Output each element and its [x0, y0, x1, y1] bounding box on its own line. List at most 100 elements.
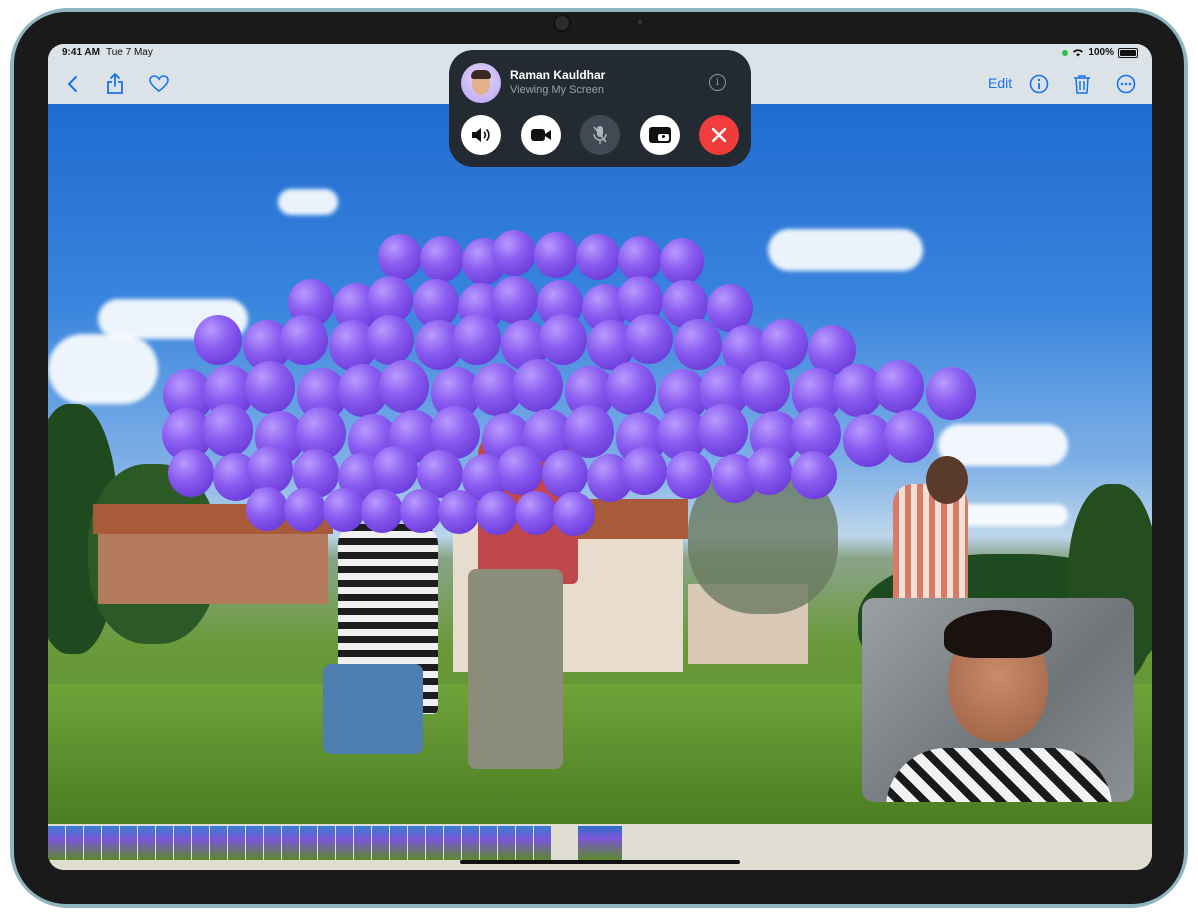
balloon — [419, 236, 464, 283]
thumbnail[interactable] — [498, 826, 515, 860]
facetime-self-view[interactable] — [862, 598, 1134, 802]
balloon — [194, 315, 242, 366]
balloon — [659, 238, 704, 285]
cloud — [48, 334, 158, 404]
balloon — [534, 231, 579, 278]
balloon — [576, 234, 620, 281]
favorite-button[interactable] — [147, 72, 171, 96]
trash-icon — [1074, 75, 1090, 94]
info-button[interactable] — [1027, 72, 1051, 96]
thumbnail[interactable] — [84, 826, 101, 860]
current-thumbnail[interactable] — [578, 826, 622, 860]
thumbnail[interactable] — [426, 826, 443, 860]
thumbnail[interactable] — [66, 826, 83, 860]
caller-name: Raman Kauldhar — [510, 68, 606, 82]
screen-share-icon — [649, 127, 671, 143]
balloon — [538, 314, 587, 365]
thumbnail[interactable] — [102, 826, 119, 860]
thumbnail[interactable] — [444, 826, 461, 860]
balloon — [492, 276, 538, 325]
thumbnail[interactable] — [246, 826, 263, 860]
end-call-icon — [711, 127, 727, 143]
thumbnail[interactable] — [462, 826, 479, 860]
balloon — [452, 314, 501, 365]
share-screen-button[interactable] — [640, 115, 680, 155]
delete-button[interactable] — [1070, 72, 1094, 96]
child-head — [926, 456, 968, 504]
camera-in-use-icon — [1062, 49, 1069, 56]
balloon — [740, 361, 790, 414]
status-time-text: 9:41 AM — [62, 47, 100, 58]
thumbnail[interactable] — [264, 826, 281, 860]
thumbnail[interactable] — [480, 826, 497, 860]
balloon — [379, 360, 429, 413]
balloon — [399, 489, 442, 534]
thumbnail[interactable] — [174, 826, 191, 860]
end-call-button[interactable] — [699, 115, 739, 155]
balloon — [514, 491, 557, 536]
thumbnail[interactable] — [228, 826, 245, 860]
thumbnail[interactable] — [300, 826, 317, 860]
status-indicators: 100% — [1062, 47, 1138, 58]
back-button[interactable] — [60, 72, 84, 96]
denim-skirt — [323, 664, 423, 754]
wifi-icon — [1073, 49, 1084, 57]
home-indicator[interactable] — [460, 860, 740, 864]
adult-trousers — [468, 569, 563, 769]
balloon — [246, 487, 288, 532]
balloon — [884, 410, 934, 463]
thumbnail[interactable] — [534, 826, 551, 860]
ambient-sensor — [638, 20, 642, 24]
heart-icon — [149, 75, 169, 93]
cloud — [768, 229, 923, 271]
ellipsis-icon — [1116, 74, 1136, 94]
share-icon — [107, 73, 123, 94]
mic-muted-icon — [593, 126, 607, 144]
thumbnail[interactable] — [390, 826, 407, 860]
cloud — [278, 189, 338, 215]
thumbnail[interactable] — [48, 826, 65, 860]
status-time: 9:41 AM Tue 7 May — [62, 47, 153, 58]
balloon — [366, 314, 415, 365]
thumbnail[interactable] — [516, 826, 533, 860]
caller-avatar[interactable] — [461, 63, 501, 103]
thumbnail[interactable] — [408, 826, 425, 860]
balloon — [513, 359, 563, 412]
thumbnail[interactable] — [282, 826, 299, 860]
balloon — [926, 367, 976, 420]
thumbnail[interactable] — [318, 826, 335, 860]
thumbnail[interactable] — [192, 826, 209, 860]
thumbnail[interactable] — [156, 826, 173, 860]
thumbnail[interactable] — [336, 826, 353, 860]
thumbnail[interactable] — [372, 826, 389, 860]
balloon — [168, 449, 214, 498]
balloon — [791, 451, 837, 500]
pip-hair — [944, 610, 1052, 658]
balloon — [361, 488, 404, 533]
pip-shirt — [886, 748, 1112, 802]
thumbnail[interactable] — [354, 826, 371, 860]
balloon — [621, 446, 668, 496]
balloon — [666, 450, 713, 499]
more-button[interactable] — [1114, 72, 1138, 96]
share-button[interactable] — [103, 72, 127, 96]
thumbnail-row[interactable] — [48, 826, 551, 860]
balloon — [745, 447, 792, 496]
call-info-button[interactable]: i — [709, 74, 726, 91]
balloon — [541, 450, 588, 499]
thumbnail[interactable] — [120, 826, 137, 860]
battery-percent: 100% — [1088, 47, 1114, 58]
edit-button[interactable]: Edit — [988, 75, 1012, 91]
balloon — [203, 404, 253, 457]
balloon — [625, 314, 673, 365]
balloon — [245, 361, 295, 414]
memoji-hair — [471, 70, 491, 79]
speaker-button[interactable] — [461, 115, 501, 155]
house-left — [98, 524, 328, 604]
mute-button[interactable] — [580, 115, 620, 155]
video-button[interactable] — [521, 115, 561, 155]
thumbnail[interactable] — [210, 826, 227, 860]
balloon — [673, 319, 722, 370]
balloon — [492, 229, 537, 276]
thumbnail[interactable] — [138, 826, 155, 860]
